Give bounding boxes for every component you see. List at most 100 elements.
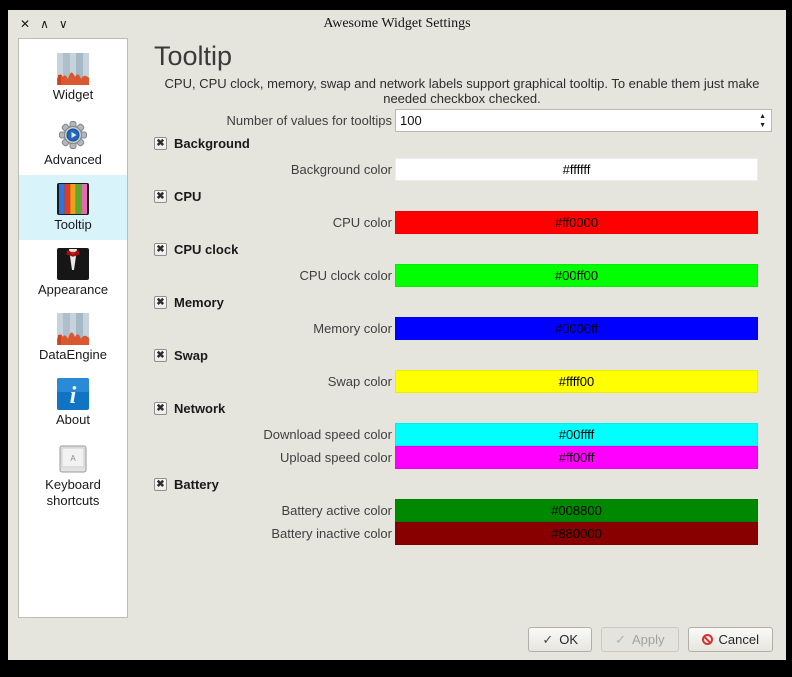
- apply-button-label: Apply: [632, 632, 665, 647]
- titlebar: ✕ ∧ ∨ Awesome Widget Settings: [8, 10, 786, 38]
- color-swatch-button[interactable]: #00ff00: [395, 264, 758, 287]
- color-row: Download speed color #00ffff: [146, 423, 778, 446]
- sidebar-item-label: Advanced: [44, 152, 102, 168]
- checkbox-checked[interactable]: ✖: [154, 296, 167, 309]
- page-title: Tooltip: [154, 40, 778, 72]
- svg-text:i: i: [70, 383, 77, 409]
- section-header: ✖ Memory: [146, 294, 778, 311]
- tooltip-values-label: Number of values for tooltips: [146, 113, 395, 128]
- color-stripes-icon: [57, 183, 89, 215]
- color-value: #0000ff: [555, 321, 598, 336]
- color-row-label: Memory color: [146, 321, 395, 336]
- spinner-up-icon[interactable]: ▲: [759, 112, 766, 121]
- sidebar-item-appearance[interactable]: Appearance: [19, 240, 127, 305]
- tooltip-values-input[interactable]: [396, 112, 736, 129]
- sidebar-item-label: Widget: [53, 87, 93, 103]
- section-label: CPU clock: [174, 242, 238, 257]
- color-value: #ffffff: [563, 162, 591, 177]
- settings-dialog: ✕ ∧ ∨ Awesome Widget Settings Widget Adv…: [8, 10, 786, 660]
- color-row: CPU clock color #00ff00: [146, 264, 778, 287]
- checkbox-checked[interactable]: ✖: [154, 349, 167, 362]
- section-header: ✖ CPU clock: [146, 241, 778, 258]
- sidebar-item-advanced[interactable]: Advanced: [19, 110, 127, 175]
- color-row-label: Download speed color: [146, 427, 395, 442]
- color-value: #00ffff: [559, 427, 594, 442]
- color-row-label: Battery inactive color: [146, 526, 395, 541]
- widget-graph-icon: [57, 53, 89, 85]
- sidebar-item-label: Appearance: [38, 282, 108, 298]
- color-swatch-button[interactable]: #ff0000: [395, 211, 758, 234]
- checkbox-checked[interactable]: ✖: [154, 243, 167, 256]
- dialog-buttons: ✓ OK ✓ Apply Cancel: [528, 627, 773, 652]
- gear-icon: [57, 118, 89, 150]
- color-row-label: CPU color: [146, 215, 395, 230]
- color-swatch-button[interactable]: #ffff00: [395, 370, 758, 393]
- color-row: Memory color #0000ff: [146, 317, 778, 340]
- section-label: Swap: [174, 348, 208, 363]
- color-value: #ff00ff: [559, 450, 595, 465]
- color-swatch-button[interactable]: #880000: [395, 522, 758, 545]
- color-row: Swap color #ffff00: [146, 370, 778, 393]
- sidebar-item-label: Tooltip: [54, 217, 92, 233]
- cancel-icon: [702, 634, 713, 645]
- sidebar-item-widget[interactable]: Widget: [19, 45, 127, 110]
- color-row: Upload speed color #ff00ff: [146, 446, 778, 469]
- color-row: Background color #ffffff: [146, 158, 778, 181]
- color-row: Battery inactive color #880000: [146, 522, 778, 545]
- sidebar-item-label: Keyboard shortcuts: [21, 477, 125, 509]
- color-value: #ff0000: [555, 215, 598, 230]
- section-label: Battery: [174, 477, 219, 492]
- svg-text:A: A: [70, 454, 76, 463]
- color-value: #008800: [551, 503, 602, 518]
- ok-button[interactable]: ✓ OK: [528, 627, 592, 652]
- section-header: ✖ Network: [146, 400, 778, 417]
- sidebar-item-dataengine[interactable]: DataEngine: [19, 305, 127, 370]
- section-label: Network: [174, 401, 225, 416]
- info-icon: i: [57, 378, 89, 410]
- section-header: ✖ CPU: [146, 188, 778, 205]
- ok-button-label: OK: [559, 632, 578, 647]
- color-value: #00ff00: [555, 268, 598, 283]
- window-title: Awesome Widget Settings: [8, 10, 786, 38]
- sidebar-item-tooltip[interactable]: Tooltip: [19, 175, 127, 240]
- spinner-arrows: ▲ ▼: [759, 112, 766, 130]
- sidebar-item-label: About: [56, 412, 90, 428]
- color-row: Battery active color #008800: [146, 499, 778, 522]
- section-label: Memory: [174, 295, 224, 310]
- sections: ✖ Background Background color #ffffff ✖ …: [146, 135, 778, 545]
- spinner-down-icon[interactable]: ▼: [759, 121, 766, 130]
- section-header: ✖ Background: [146, 135, 778, 152]
- tooltip-values-spinbox: ▲ ▼: [395, 109, 772, 132]
- color-row-label: Upload speed color: [146, 450, 395, 465]
- section-header: ✖ Swap: [146, 347, 778, 364]
- color-row-label: Background color: [146, 162, 395, 177]
- tooltip-values-row: Number of values for tooltips ▲ ▼: [146, 109, 778, 132]
- keyboard-key-icon: A: [57, 443, 89, 475]
- sidebar-item-keyboard-shortcuts[interactable]: A Keyboard shortcuts: [19, 435, 127, 516]
- color-value: #880000: [551, 526, 602, 541]
- color-row-label: Battery active color: [146, 503, 395, 518]
- color-row-label: CPU clock color: [146, 268, 395, 283]
- main-panel: Tooltip CPU, CPU clock, memory, swap and…: [146, 38, 778, 545]
- check-icon: ✓: [542, 633, 553, 646]
- color-row-label: Swap color: [146, 374, 395, 389]
- color-value: #ffff00: [559, 374, 594, 389]
- section-header: ✖ Battery: [146, 476, 778, 493]
- sidebar-item-about[interactable]: i About: [19, 370, 127, 435]
- tuxedo-icon: [57, 248, 89, 280]
- color-row: CPU color #ff0000: [146, 211, 778, 234]
- sidebar-item-label: DataEngine: [39, 347, 107, 363]
- cancel-button-label: Cancel: [719, 632, 759, 647]
- cancel-button[interactable]: Cancel: [688, 627, 773, 652]
- checkbox-checked[interactable]: ✖: [154, 402, 167, 415]
- checkbox-checked[interactable]: ✖: [154, 137, 167, 150]
- color-swatch-button[interactable]: #0000ff: [395, 317, 758, 340]
- checkbox-checked[interactable]: ✖: [154, 190, 167, 203]
- color-swatch-button[interactable]: #00ffff: [395, 423, 758, 446]
- color-swatch-button[interactable]: #ffffff: [395, 158, 758, 181]
- color-swatch-button[interactable]: #ff00ff: [395, 446, 758, 469]
- apply-button[interactable]: ✓ Apply: [601, 627, 678, 652]
- sidebar: Widget Advanced Tooltip Appearance DataE…: [18, 38, 128, 618]
- checkbox-checked[interactable]: ✖: [154, 478, 167, 491]
- color-swatch-button[interactable]: #008800: [395, 499, 758, 522]
